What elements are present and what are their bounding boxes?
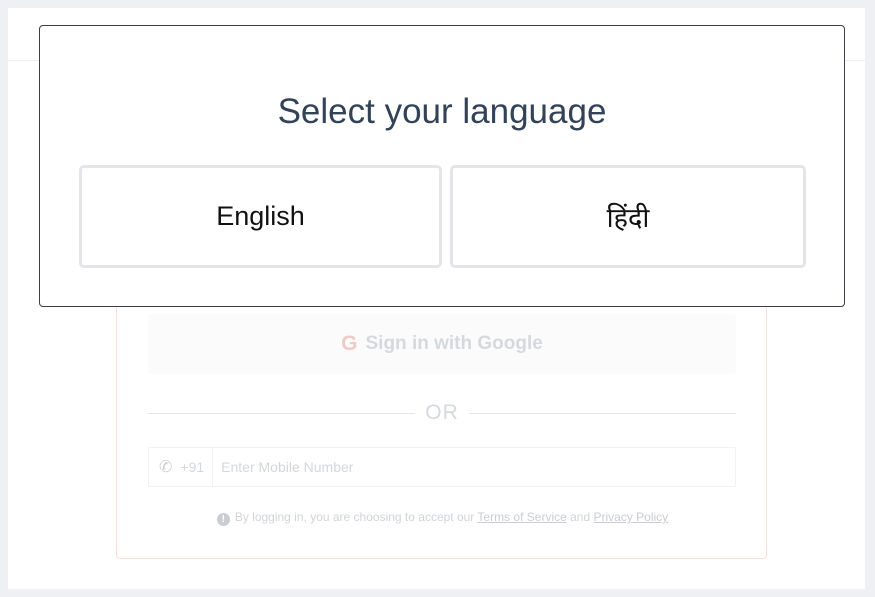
- english-language-button[interactable]: English: [79, 165, 442, 268]
- language-select-modal: Select your language English हिंदी: [39, 25, 845, 307]
- divider-line-left: [148, 412, 416, 414]
- country-code-prefix: ✆ +91: [149, 448, 214, 486]
- mobile-number-input[interactable]: [213, 448, 735, 486]
- terms-notice: ! By logging in, you are choosing to acce…: [117, 510, 768, 526]
- divider-line-right: [468, 412, 736, 414]
- info-icon: !: [216, 513, 230, 526]
- english-label: English: [216, 201, 305, 231]
- terms-prefix: By logging in, you are choosing to accep…: [234, 510, 475, 524]
- phone-field-group: ✆ +91: [148, 447, 736, 487]
- modal-title: Select your language: [277, 92, 607, 131]
- hindi-label: हिंदी: [606, 203, 650, 233]
- privacy-policy-link[interactable]: Privacy Policy: [594, 510, 669, 524]
- terms-of-service-link[interactable]: Terms of Service: [477, 510, 566, 524]
- hindi-language-button[interactable]: हिंदी: [450, 165, 806, 268]
- google-signin-button[interactable]: G Sign in with Google: [148, 314, 736, 374]
- phone-icon: ✆: [159, 459, 173, 476]
- google-signin-label: Sign in with Google: [365, 333, 543, 354]
- terms-and: and: [570, 510, 591, 524]
- or-text: OR: [425, 401, 459, 424]
- google-icon: G: [341, 332, 358, 355]
- country-code: +91: [180, 459, 205, 475]
- or-divider: OR: [148, 401, 736, 425]
